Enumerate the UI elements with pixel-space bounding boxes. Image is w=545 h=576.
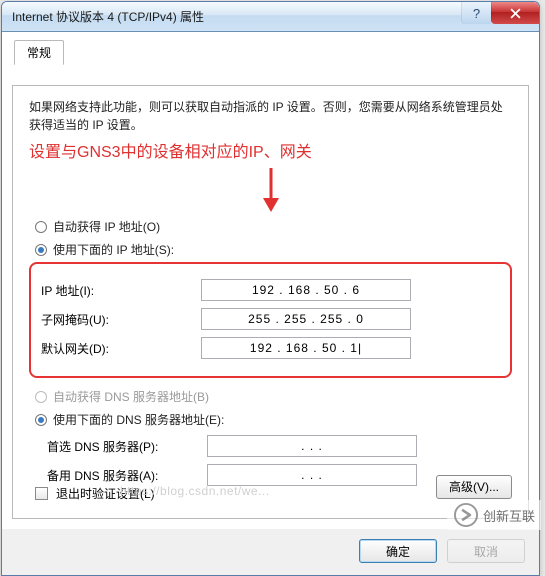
annotation-overlay: 设置与GNS3中的设备相对应的IP、网关 bbox=[29, 138, 512, 162]
radio-icon bbox=[35, 221, 47, 233]
logo-icon bbox=[453, 502, 479, 528]
window-title: Internet 协议版本 4 (TCP/IPv4) 属性 bbox=[12, 8, 204, 25]
highlight-box: IP 地址(I): 192 . 168 . 50 . 6 子网掩码(U): 25… bbox=[29, 262, 512, 378]
field-subnet-mask: 子网掩码(U): 255 . 255 . 255 . 0 bbox=[41, 308, 500, 330]
radio-icon bbox=[35, 244, 47, 256]
field-ip-address: IP 地址(I): 192 . 168 . 50 . 6 bbox=[41, 279, 500, 301]
description-text: 如果网络支持此功能，则可以获取自动指派的 IP 设置。否则，您需要从网络系统管理… bbox=[29, 98, 512, 134]
checkbox-icon bbox=[35, 487, 48, 500]
radio-dns-auto: 自动获得 DNS 服务器地址(B) bbox=[35, 388, 512, 405]
radio-ip-auto[interactable]: 自动获得 IP 地址(O) bbox=[35, 218, 512, 235]
arrow-icon bbox=[259, 168, 283, 212]
client-area: 常规 如果网络支持此功能，则可以获取自动指派的 IP 设置。否则，您需要从网络系… bbox=[2, 32, 539, 529]
radio-label: 自动获得 IP 地址(O) bbox=[53, 218, 160, 235]
field-label: 默认网关(D): bbox=[41, 340, 201, 357]
field-label: 备用 DNS 服务器(A): bbox=[47, 467, 207, 484]
radio-label: 自动获得 DNS 服务器地址(B) bbox=[53, 388, 209, 405]
field-label: IP 地址(I): bbox=[41, 282, 201, 299]
radio-icon bbox=[35, 414, 47, 426]
brand-text: 创新互联 bbox=[483, 506, 535, 525]
window-controls: ? bbox=[461, 2, 539, 24]
dns-alternate-input[interactable]: . . . bbox=[207, 464, 417, 486]
ok-button[interactable]: 确定 bbox=[359, 539, 437, 563]
close-button[interactable] bbox=[491, 2, 539, 24]
radio-icon bbox=[35, 391, 47, 403]
titlebar[interactable]: Internet 协议版本 4 (TCP/IPv4) 属性 ? bbox=[2, 2, 539, 32]
tab-general[interactable]: 常规 bbox=[14, 40, 64, 65]
field-label: 首选 DNS 服务器(P): bbox=[47, 438, 207, 455]
dialog-buttons: 确定 取消 bbox=[2, 529, 539, 575]
radio-dns-manual[interactable]: 使用下面的 DNS 服务器地址(E): bbox=[35, 411, 512, 428]
gateway-input[interactable]: 192 . 168 . 50 . 1| bbox=[201, 337, 411, 359]
brand-watermark: 创新互联 bbox=[447, 500, 541, 530]
field-default-gateway: 默认网关(D): 192 . 168 . 50 . 1| bbox=[41, 337, 500, 359]
cancel-button[interactable]: 取消 bbox=[447, 539, 525, 563]
close-icon bbox=[510, 8, 521, 19]
radio-label: 使用下面的 DNS 服务器地址(E): bbox=[53, 411, 224, 428]
dns-preferred-input[interactable]: . . . bbox=[207, 435, 417, 457]
field-label: 子网掩码(U): bbox=[41, 311, 201, 328]
field-dns-preferred: 首选 DNS 服务器(P): . . . bbox=[47, 435, 512, 457]
radio-label: 使用下面的 IP 地址(S): bbox=[53, 241, 174, 258]
radio-ip-manual[interactable]: 使用下面的 IP 地址(S): bbox=[35, 241, 512, 258]
subnet-mask-input[interactable]: 255 . 255 . 255 . 0 bbox=[201, 308, 411, 330]
dialog-window: Internet 协议版本 4 (TCP/IPv4) 属性 ? 常规 如果网络支… bbox=[1, 1, 540, 576]
tab-panel-general: 如果网络支持此功能，则可以获取自动指派的 IP 设置。否则，您需要从网络系统管理… bbox=[12, 85, 529, 519]
tab-strip: 常规 bbox=[12, 38, 529, 62]
advanced-button[interactable]: 高级(V)... bbox=[436, 475, 512, 499]
url-watermark: https://blog.csdn.net/we... bbox=[120, 484, 270, 498]
help-button[interactable]: ? bbox=[461, 2, 491, 24]
ip-address-input[interactable]: 192 . 168 . 50 . 6 bbox=[201, 279, 411, 301]
